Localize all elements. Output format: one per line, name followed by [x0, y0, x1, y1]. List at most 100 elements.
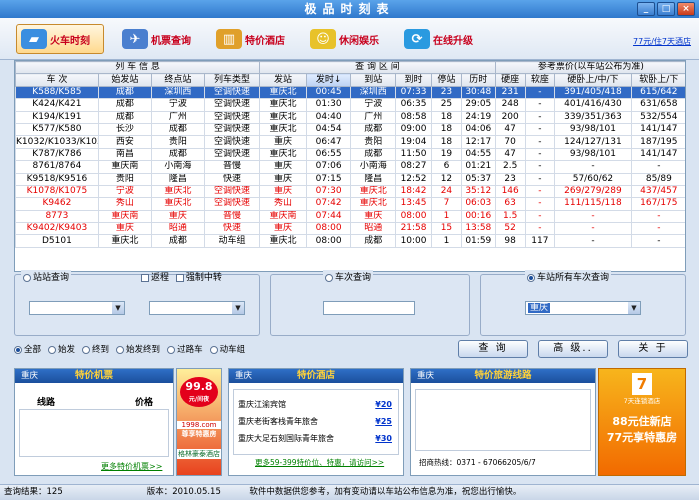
filter-radio[interactable]: [116, 345, 125, 354]
column-header[interactable]: 硬座: [494, 73, 526, 87]
column-header[interactable]: 软卧上/下: [630, 73, 685, 87]
column-header[interactable]: 历时: [460, 73, 496, 87]
table-row[interactable]: K588/K585 成都 深圳西 空调快速 重庆北 00:45 深圳西 07:33 23 30:4…: [15, 85, 685, 100]
table-row[interactable]: K1078/K1075 宁波 重庆北 空调快速 重庆 07:30 重庆北 18:42 24 35:…: [15, 184, 685, 199]
table-cell: 70: [494, 135, 526, 149]
column-header[interactable]: 列车类型: [203, 73, 261, 87]
station-select-value: 重庆: [528, 303, 551, 313]
table-cell: 07:44: [305, 209, 352, 224]
filter-option[interactable]: 终到: [82, 345, 109, 355]
filter-label: 全部: [24, 345, 42, 355]
filter-option[interactable]: 始发终到: [116, 345, 160, 355]
table-row[interactable]: 8773 重庆南 重庆 普慢 重庆南 07:44 重庆 08:00 1 00:16 1.5- - -: [15, 209, 685, 224]
table-row[interactable]: K194/K191 成都 广州 空调快速 重庆北 04:40 广州 08:58 18 24:19 2…: [15, 110, 685, 124]
tab-train-schedule-label: 火车时刻: [50, 35, 90, 47]
table-cell: 339/351/363: [554, 110, 632, 124]
chevron-down-icon[interactable]: ▼: [232, 302, 244, 314]
advanced-button[interactable]: 高 级..: [538, 340, 608, 358]
table-cell: K588/K585: [15, 85, 99, 100]
more-tickets-link[interactable]: 更多特价机票>>: [101, 461, 162, 472]
table-row[interactable]: 8761/8764 重庆南 小南海 普慢 重庆 07:06 小南海 08:27 6 01:21 2.…: [15, 160, 685, 174]
status-bar: 查询结果：125 版本：2010.05.15 软件中数据供您参考，加有变动请以车…: [0, 484, 699, 500]
table-cell: 空调快速: [203, 98, 261, 112]
table-row[interactable]: K1032/K1033/K103 西安 贵阳 空调快速 重庆 06:47 贵阳 19:04 18…: [15, 135, 685, 149]
column-header[interactable]: 始发站: [97, 73, 152, 87]
table-cell: 小南海: [150, 160, 205, 174]
tab-entertainment[interactable]: ☺ 休闲娱乐: [306, 24, 388, 54]
column-header[interactable]: 到站: [350, 73, 396, 87]
column-header[interactable]: 软座: [524, 73, 556, 87]
filter-radio[interactable]: [82, 345, 91, 354]
filter-radio[interactable]: [209, 345, 218, 354]
column-header[interactable]: 发时↓: [305, 73, 352, 87]
to-station-combo[interactable]: ▼: [149, 301, 245, 315]
hotel-item[interactable]: 重庆大足石刻国际青年旅舍 ¥30: [234, 430, 398, 447]
station-query-radio[interactable]: [23, 273, 31, 282]
table-cell: 重庆南: [97, 160, 152, 174]
from-station-combo[interactable]: ▼: [29, 301, 125, 315]
more-hotels-link[interactable]: 更多59-399特价位、特惠，请访问>>: [255, 457, 384, 468]
tab-discount-hotel[interactable]: ▥ 特价酒店: [212, 24, 294, 54]
table-cell: 秀山: [97, 197, 152, 211]
table-cell: -: [630, 209, 685, 224]
hotel-item[interactable]: 重庆江渝宾馆 ¥20: [234, 396, 398, 413]
return-checkbox[interactable]: [141, 273, 149, 282]
force-transfer-checkbox[interactable]: [175, 273, 184, 282]
tab-online-upgrade[interactable]: ⟳ 在线升级: [400, 24, 482, 54]
minimize-icon[interactable]: _: [637, 2, 655, 16]
column-header[interactable]: 发站: [259, 73, 307, 87]
column-header[interactable]: 到时: [394, 73, 433, 87]
filter-radio[interactable]: [48, 345, 57, 354]
table-row[interactable]: D5101 重庆北 成都 动车组 重庆北 08:00 成都 10:00 1 01:59 98 117-…: [15, 234, 685, 248]
force-transfer-label: 强制中转: [185, 273, 222, 283]
filter-option[interactable]: 全部: [14, 345, 41, 355]
table-row[interactable]: K9462 秀山 重庆北 空调快速 秀山 07:42 重庆北 13:45 7 06:03 63-11…: [15, 197, 685, 211]
filter-option[interactable]: 过路车: [167, 345, 203, 355]
table-row[interactable]: K9402/K9403 重庆 昭通 快速 重庆 08:00 昭通 21:58 15 13:58 52…: [15, 222, 685, 236]
promo-line1: 尊享特惠房: [181, 430, 217, 438]
train-number-input[interactable]: [323, 301, 415, 315]
table-cell: 重庆南: [259, 209, 307, 224]
return-option[interactable]: 返程 强制中转: [139, 270, 224, 283]
tab-train-schedule[interactable]: ▰ 火车时刻: [16, 24, 104, 54]
filter-options: 全部 始发 终到 始发终到 过路车 动车组: [14, 343, 252, 355]
greentree-promo[interactable]: 99.8 元/间夜 1998.com 尊享特惠房 格林豪泰酒店: [176, 368, 222, 476]
station-select[interactable]: 重庆 ▼: [525, 301, 641, 315]
column-header[interactable]: 停站: [431, 73, 462, 87]
table-row[interactable]: K424/K421 成都 宁波 空调快速 重庆北 01:30 宁波 06:35 25 29:05 2…: [15, 98, 685, 112]
smiley-icon: ☺: [310, 29, 336, 49]
seven-days-ad[interactable]: 7 7天连锁酒店 88元住新店 77元享特惠房: [598, 368, 686, 476]
filter-option[interactable]: 始发: [48, 345, 75, 355]
about-button[interactable]: 关 于: [618, 340, 688, 358]
train-query-radio[interactable]: [325, 273, 333, 282]
promo-price-badge: 99.8 元/间夜: [180, 377, 218, 407]
column-header[interactable]: 车 次: [15, 73, 99, 87]
table-row[interactable]: K9518/K9516 贵阳 隆昌 快速 重庆 07:15 隆昌 12:52 12 05:37 23…: [15, 172, 685, 186]
promo-line2: 格林豪泰酒店: [177, 449, 221, 459]
hotel-item[interactable]: 重庆老街客栈青年旅舍 ¥25: [234, 413, 398, 430]
filter-radio[interactable]: [167, 345, 176, 354]
hotel-ad-link[interactable]: 77元/住7天酒店: [633, 36, 691, 47]
table-cell: 07:15: [305, 172, 352, 186]
chevron-down-icon[interactable]: ▼: [112, 302, 124, 314]
filter-radio[interactable]: [14, 345, 22, 354]
table-row[interactable]: K787/K786 南昌 成都 空调快速 重庆北 06:55 成都 11:50 19 04:55 4…: [15, 147, 685, 162]
table-cell: 重庆: [259, 184, 307, 199]
tab-flight-search[interactable]: ✈ 机票查询: [118, 24, 200, 54]
table-cell: 重庆北: [259, 98, 307, 112]
query-button[interactable]: 查 询: [458, 340, 528, 358]
table-cell: 05:37: [460, 172, 496, 186]
result-count: 查询结果：125: [4, 487, 63, 497]
column-header[interactable]: 硬卧上/中/下: [554, 73, 632, 87]
table-cell: 动车组: [203, 234, 261, 248]
all-trains-radio[interactable]: [527, 273, 535, 282]
train-schedule-grid[interactable]: 列 车 信 息 查 询 区 间 参考票价(以车站公布为准) 车 次始发站 终点站列…: [14, 60, 686, 272]
column-header[interactable]: 终点站: [150, 73, 205, 87]
close-icon[interactable]: ×: [677, 2, 695, 16]
filter-option[interactable]: 动车组: [209, 345, 245, 355]
table-row[interactable]: K577/K580 长沙 成都 空调快速 重庆北 04:54 成都 09:00 18 04:06 4…: [15, 122, 685, 137]
table-cell: 重庆: [259, 135, 307, 149]
maximize-icon[interactable]: □: [657, 2, 675, 16]
table-cell: -: [554, 209, 632, 224]
chevron-down-icon[interactable]: ▼: [628, 302, 640, 314]
